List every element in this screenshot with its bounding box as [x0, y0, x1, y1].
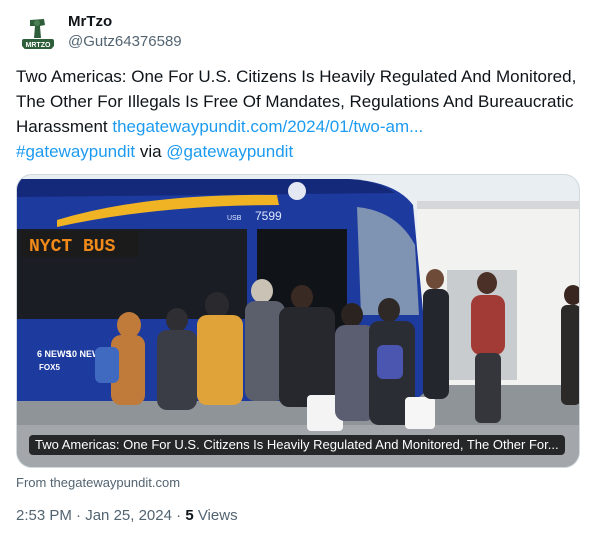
tweet-date[interactable]: Jan 25, 2024 — [85, 507, 172, 524]
card-image: NYCT BUS 7599 USB 6 NEWS 10 NEWS FOX5 — [17, 175, 579, 467]
tweet-link[interactable]: thegatewaypundit.com/2024/01/two-am... — [112, 117, 423, 136]
views-label: Views — [193, 507, 238, 524]
avatar-image: MRTZO — [18, 14, 58, 54]
card-caption: Two Americas: One For U.S. Citizens Is H… — [29, 435, 565, 455]
bus-emblem — [288, 182, 306, 200]
tweet-body: Two Americas: One For U.S. Citizens Is H… — [16, 64, 586, 139]
meta-separator: · — [71, 507, 86, 524]
display-name[interactable]: MrTzo — [68, 12, 182, 32]
bus-number: 7599 — [255, 209, 282, 223]
card-source[interactable]: From thegatewaypundit.com — [16, 475, 180, 491]
mention-link[interactable]: @gatewaypundit — [166, 142, 293, 161]
logo-fox: FOX5 — [39, 363, 60, 372]
bus-label: USB — [227, 215, 242, 222]
hashtag-link[interactable]: #gatewaypundit — [16, 142, 135, 161]
tweet-time[interactable]: 2:53 PM — [16, 507, 72, 524]
via-text: via — [135, 142, 167, 161]
meta-separator: · — [171, 507, 186, 524]
views-count: 5 — [185, 507, 194, 524]
avatar-text: MRTZO — [26, 42, 51, 49]
avatar[interactable]: MRTZO — [18, 14, 58, 54]
tweet-header: MRTZO MrTzo @Gutz64376589 — [16, 10, 576, 58]
author-handle[interactable]: @Gutz64376589 — [68, 32, 182, 52]
tweet-tags: #gatewaypundit via @gatewaypundit — [16, 139, 586, 164]
author-names: MrTzo @Gutz64376589 — [68, 12, 182, 52]
link-card[interactable]: NYCT BUS 7599 USB 6 NEWS 10 NEWS FOX5 Tw… — [16, 174, 580, 468]
bus-sign-text: NYCT BUS — [29, 237, 116, 257]
tweet-text: Two Americas: One For U.S. Citizens Is H… — [16, 64, 586, 164]
tweet-meta: 2:53 PM · Jan 25, 2024 · 5 Views — [16, 506, 238, 526]
